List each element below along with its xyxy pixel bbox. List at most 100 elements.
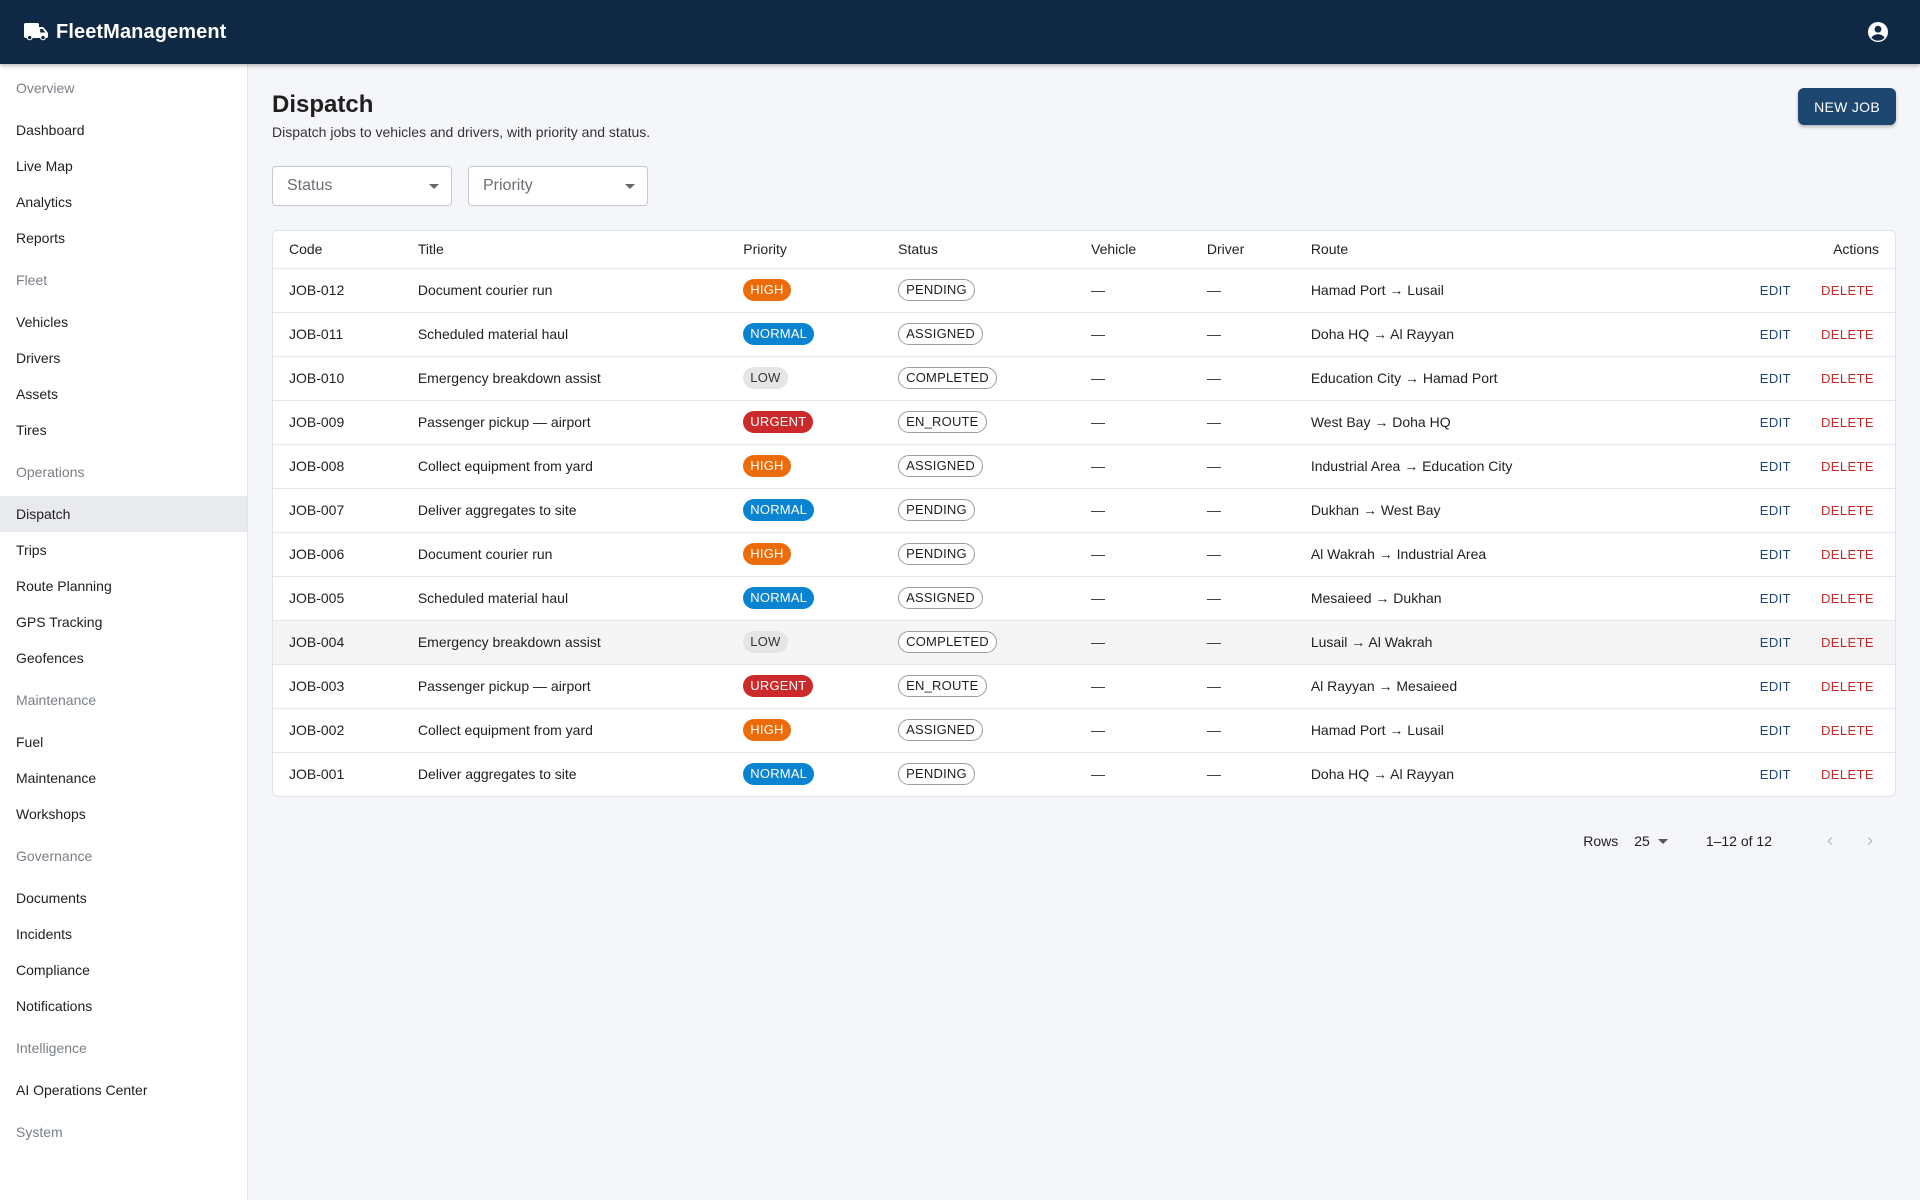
column-header-priority[interactable]: Priority (727, 231, 883, 269)
column-header-title[interactable]: Title (401, 231, 728, 269)
sidebar-item-route-planning[interactable]: Route Planning (0, 568, 247, 604)
sidebar-item-notifications[interactable]: Notifications (0, 988, 247, 1024)
table-row[interactable]: JOB-001 Deliver aggregates to site NORMAL P… (273, 752, 1895, 796)
table-row[interactable]: JOB-006 Document courier run HIGH PENDING — —… (273, 532, 1895, 577)
job-route: Al Rayyan → Mesaieed (1294, 664, 1662, 709)
sidebar-item-compliance[interactable]: Compliance (0, 952, 247, 988)
column-header-vehicle[interactable]: Vehicle (1075, 231, 1191, 269)
table-row[interactable]: JOB-007 Deliver aggregates to site NORMAL P… (273, 488, 1895, 533)
sidebar-item-vehicles[interactable]: Vehicles (0, 304, 247, 340)
edit-button[interactable]: EDIT (1760, 635, 1791, 650)
status-chip: COMPLETED (898, 367, 997, 389)
delete-button[interactable]: DELETE (1821, 767, 1874, 782)
delete-button[interactable]: DELETE (1821, 415, 1874, 430)
edit-button[interactable]: EDIT (1760, 503, 1791, 518)
sidebar-item-dispatch[interactable]: Dispatch (0, 496, 247, 532)
sidebar-item-documents[interactable]: Documents (0, 880, 247, 916)
column-header-driver[interactable]: Driver (1190, 231, 1295, 269)
account-circle-icon[interactable] (1866, 20, 1890, 44)
table-row[interactable]: JOB-011 Scheduled material haul NORMAL ASSI… (273, 312, 1895, 357)
sidebar-item-ai-operations-center[interactable]: AI Operations Center (0, 1072, 247, 1108)
sidebar-item-reports[interactable]: Reports (0, 220, 247, 256)
job-driver: — (1190, 400, 1295, 445)
delete-button[interactable]: DELETE (1821, 679, 1874, 694)
priority-cell: NORMAL (727, 576, 883, 621)
edit-button[interactable]: EDIT (1760, 327, 1791, 342)
sidebar-item-live-map[interactable]: Live Map (0, 148, 247, 184)
sidebar-item-dashboard[interactable]: Dashboard (0, 112, 247, 148)
new-job-button[interactable]: NEW JOB (1798, 88, 1896, 125)
sidebar-item-trips[interactable]: Trips (0, 532, 247, 568)
status-cell: ASSIGNED (882, 576, 1075, 621)
previous-page-button[interactable] (1818, 829, 1842, 853)
row-actions: EDIT DELETE (1661, 356, 1895, 401)
status-chip: COMPLETED (898, 631, 997, 653)
sidebar-item-drivers[interactable]: Drivers (0, 340, 247, 376)
table-row[interactable]: JOB-012 Document courier run HIGH PENDING — —… (273, 268, 1895, 313)
delete-button[interactable]: DELETE (1821, 723, 1874, 738)
table-row[interactable]: JOB-002 Collect equipment from yard HIGH AS… (273, 708, 1895, 753)
sidebar-item-assets[interactable]: Assets (0, 376, 247, 412)
brand[interactable]: FleetManagement (24, 21, 226, 44)
job-title: Document courier run (401, 532, 728, 577)
edit-button[interactable]: EDIT (1760, 591, 1791, 606)
table-row[interactable]: JOB-003 Passenger pickup — airport URGENT E… (273, 664, 1895, 709)
rows-per-page-label: Rows (1583, 833, 1619, 849)
column-header-code[interactable]: Code (273, 231, 402, 269)
status-chip: PENDING (898, 279, 975, 301)
sidebar-item-fuel[interactable]: Fuel (0, 724, 247, 760)
delete-button[interactable]: DELETE (1821, 635, 1874, 650)
delete-button[interactable]: DELETE (1821, 547, 1874, 562)
job-vehicle: — (1091, 766, 1105, 783)
next-page-button[interactable] (1858, 829, 1882, 853)
pagination: Rows 25 1–12 of 12 (272, 829, 1896, 853)
edit-button[interactable]: EDIT (1760, 767, 1791, 782)
job-title: Scheduled material haul (401, 576, 728, 621)
rows-per-page-value: 25 (1634, 833, 1650, 849)
delete-button[interactable]: DELETE (1821, 459, 1874, 474)
edit-button[interactable]: EDIT (1760, 679, 1791, 694)
status-cell: ASSIGNED (882, 312, 1075, 357)
job-vehicle: — (1075, 356, 1191, 401)
table-row[interactable]: JOB-008 Collect equipment from yard HIGH AS… (273, 444, 1895, 489)
sidebar-item-incidents[interactable]: Incidents (0, 916, 247, 952)
job-title: Collect equipment from yard (401, 444, 728, 489)
row-actions: EDIT DELETE (1661, 576, 1895, 621)
edit-button[interactable]: EDIT (1760, 723, 1791, 738)
row-actions: EDIT DELETE (1661, 752, 1895, 796)
column-header-status[interactable]: Status (882, 231, 1075, 269)
priority-filter-select[interactable]: Priority (468, 166, 648, 206)
priority-cell: LOW (727, 356, 883, 401)
column-header-route[interactable]: Route (1294, 231, 1662, 269)
edit-button[interactable]: EDIT (1760, 371, 1791, 386)
sidebar-item-tires[interactable]: Tires (0, 412, 247, 448)
delete-button[interactable]: DELETE (1821, 591, 1874, 606)
rows-per-page-select[interactable]: 25 (1634, 833, 1668, 849)
edit-button[interactable]: EDIT (1760, 547, 1791, 562)
sidebar-item-workshops[interactable]: Workshops (0, 796, 247, 832)
edit-button[interactable]: EDIT (1760, 415, 1791, 430)
status-chip: PENDING (898, 763, 975, 786)
table-row[interactable]: JOB-005 Scheduled material haul NORMAL ASSI… (273, 576, 1895, 621)
table-row[interactable]: JOB-009 Passenger pickup — airport URGENT E… (273, 400, 1895, 445)
status-cell: PENDING (882, 268, 1075, 313)
job-route: Lusail → Al Wakrah (1294, 620, 1662, 665)
job-driver: — (1190, 312, 1295, 357)
caret-down-icon (1657, 838, 1668, 844)
delete-button[interactable]: DELETE (1821, 503, 1874, 518)
priority-cell: HIGH (727, 532, 883, 577)
edit-button[interactable]: EDIT (1760, 283, 1791, 298)
table-row[interactable]: JOB-010 Emergency breakdown assist LOW COMP… (273, 356, 1895, 401)
sidebar-item-gps-tracking[interactable]: GPS Tracking (0, 604, 247, 640)
edit-button[interactable]: EDIT (1760, 459, 1791, 474)
status-filter-select[interactable]: Status (272, 166, 452, 206)
job-title: Deliver aggregates to site (417, 766, 577, 783)
sidebar-item-maintenance[interactable]: Maintenance (0, 760, 247, 796)
delete-button[interactable]: DELETE (1821, 327, 1874, 342)
status-chip: EN_ROUTE (898, 411, 987, 433)
table-row[interactable]: JOB-004 Emergency breakdown assist LOW COMP… (273, 620, 1895, 665)
sidebar-item-geofences[interactable]: Geofences (0, 640, 247, 676)
delete-button[interactable]: DELETE (1821, 283, 1874, 298)
sidebar-item-analytics[interactable]: Analytics (0, 184, 247, 220)
delete-button[interactable]: DELETE (1821, 371, 1874, 386)
